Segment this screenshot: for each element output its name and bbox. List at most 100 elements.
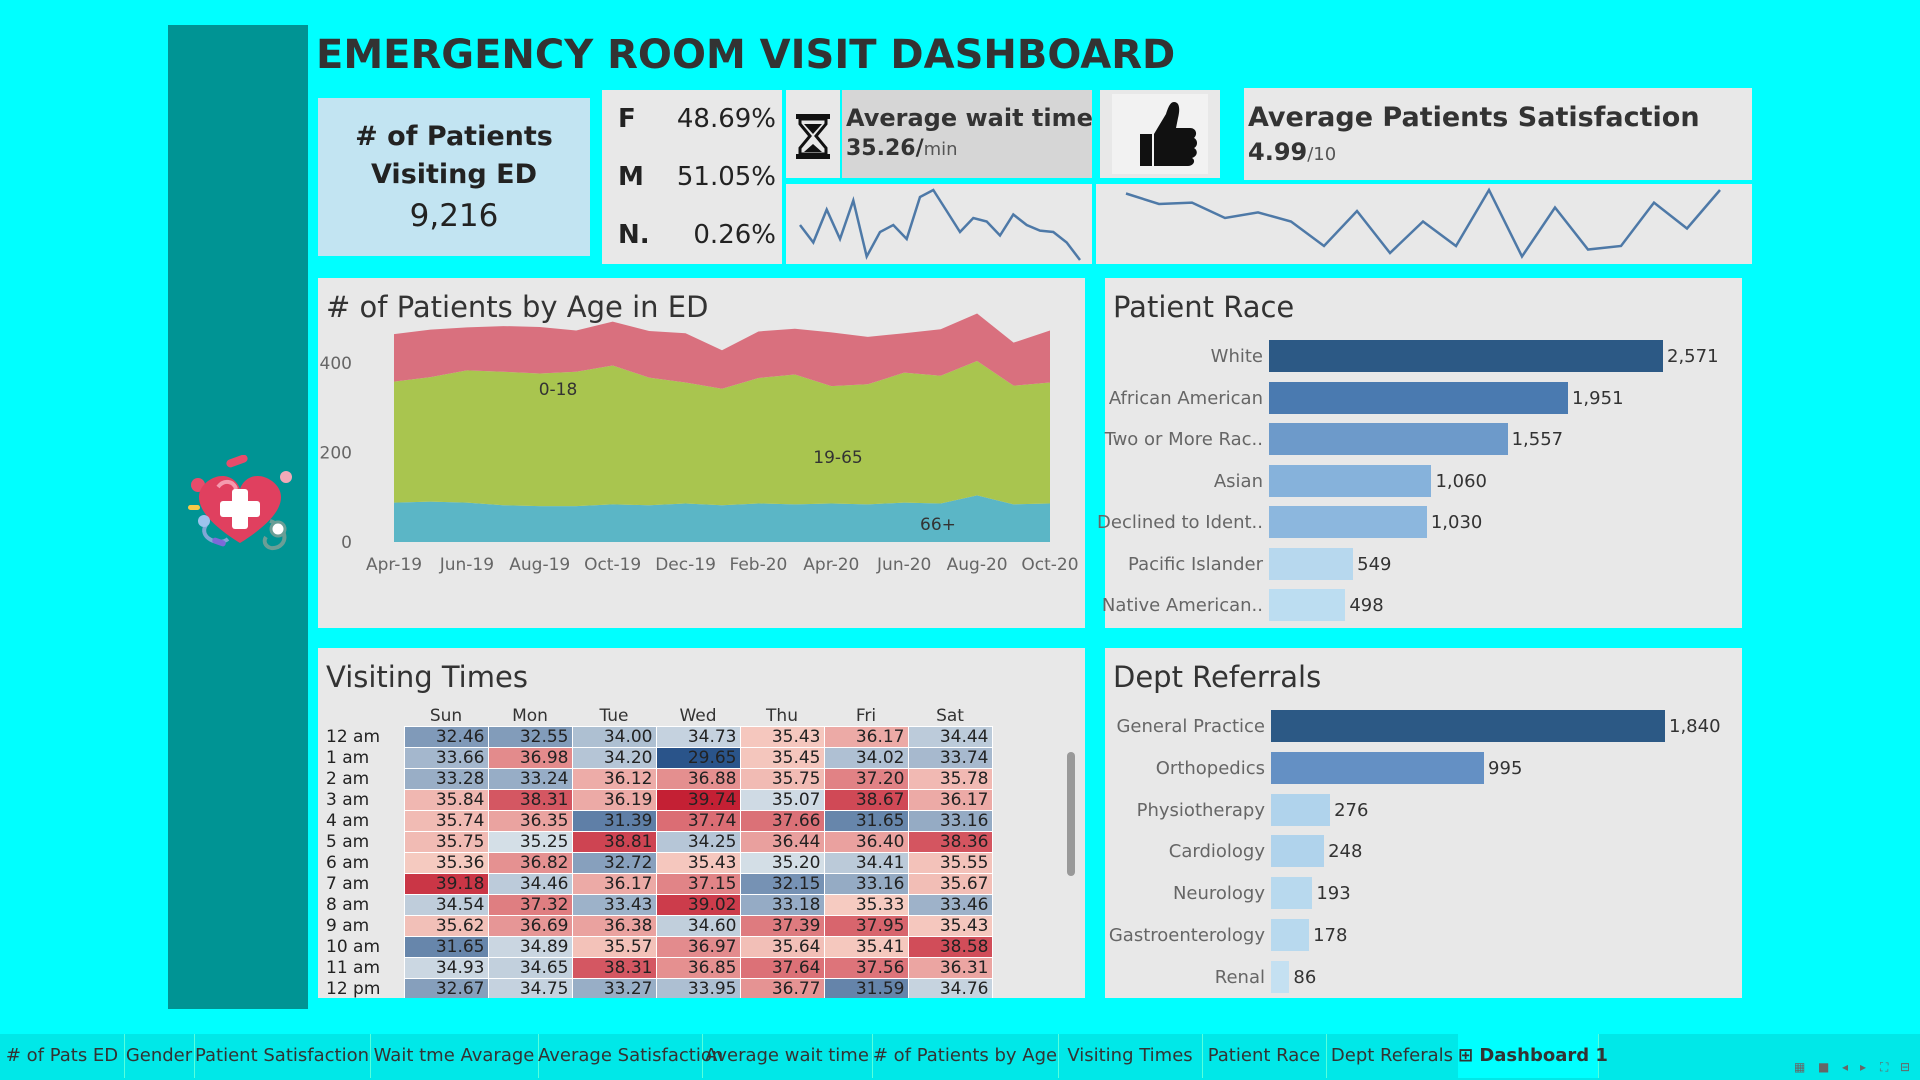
grid-view-icon[interactable]: ▦ bbox=[1794, 1060, 1805, 1074]
heatmap-cell[interactable]: 33.24 bbox=[487, 768, 573, 790]
avg-satisfaction-card[interactable]: Average Patients Satisfaction 4.99/10 bbox=[1244, 88, 1752, 180]
heatmap-cell[interactable]: 37.56 bbox=[823, 957, 909, 979]
heatmap-cell[interactable]: 33.66 bbox=[403, 747, 489, 769]
heatmap-cell[interactable]: 36.40 bbox=[823, 831, 909, 853]
bar[interactable] bbox=[1271, 793, 1331, 826]
sheet-tab[interactable]: Patient Satisfaction bbox=[194, 1034, 371, 1078]
sheet-tab[interactable]: Dept Referals bbox=[1326, 1034, 1459, 1078]
heatmap-cell[interactable]: 37.20 bbox=[823, 768, 909, 790]
heatmap-cell[interactable]: 34.54 bbox=[403, 894, 489, 916]
satisfaction-sparkline[interactable] bbox=[1096, 184, 1752, 264]
heatmap-cell[interactable]: 35.62 bbox=[403, 915, 489, 937]
bar-row[interactable]: African American 1,951 bbox=[1105, 381, 1742, 416]
bar-row[interactable]: Physiotherapy 276 bbox=[1105, 793, 1742, 828]
bar[interactable] bbox=[1269, 506, 1427, 538]
heatmap-cell[interactable]: 32.15 bbox=[739, 873, 825, 895]
heatmap-cell[interactable]: 36.97 bbox=[655, 936, 741, 958]
heatmap-cell[interactable]: 35.36 bbox=[403, 852, 489, 874]
heatmap-cell[interactable]: 33.46 bbox=[907, 894, 993, 916]
age-area-chart[interactable]: 66+ 19-65 0-18 0 200 400 Apr-19 Jun-19 Aug-19 Oct… bbox=[318, 278, 1085, 628]
heatmap-cell[interactable]: 35.33 bbox=[823, 894, 909, 916]
sheet-tab[interactable]: # of Patients by Age bbox=[872, 1034, 1059, 1078]
heatmap-cell[interactable]: 36.35 bbox=[487, 810, 573, 832]
heatmap-cell[interactable]: 36.38 bbox=[571, 915, 657, 937]
heatmap-cell[interactable]: 35.25 bbox=[487, 831, 573, 853]
heatmap-cell[interactable]: 35.75 bbox=[739, 768, 825, 790]
heatmap-cell[interactable]: 34.44 bbox=[907, 726, 993, 748]
bar[interactable] bbox=[1269, 547, 1354, 580]
present-icon[interactable]: ⊟ bbox=[1900, 1060, 1910, 1074]
bar-row[interactable]: Asian 1,060 bbox=[1105, 464, 1742, 499]
visiting-times-heatmap[interactable]: Sun Mon Tue Wed Thu Fri Sat 12 am 32.46 32.55 34.0… bbox=[326, 706, 993, 998]
bar[interactable] bbox=[1269, 381, 1568, 414]
heatmap-cell[interactable]: 34.93 bbox=[403, 957, 489, 979]
heatmap-cell[interactable]: 34.76 bbox=[907, 978, 993, 998]
heatmap-cell[interactable]: 35.20 bbox=[739, 852, 825, 874]
heatmap-cell[interactable]: 38.36 bbox=[907, 831, 993, 853]
bar-row[interactable]: Native American.. 498 bbox=[1102, 589, 1742, 623]
heatmap-cell[interactable]: 36.44 bbox=[739, 831, 825, 853]
bar[interactable] bbox=[1269, 589, 1346, 621]
heatmap-cell[interactable]: 39.02 bbox=[655, 894, 741, 916]
heatmap-cell[interactable]: 37.15 bbox=[655, 873, 741, 895]
heatmap-cell[interactable]: 32.55 bbox=[487, 726, 573, 748]
heatmap-cell[interactable]: 31.39 bbox=[571, 810, 657, 832]
heatmap-cell[interactable]: 32.72 bbox=[571, 852, 657, 874]
heatmap-cell[interactable]: 39.74 bbox=[655, 789, 741, 811]
heatmap-cell[interactable]: 39.18 bbox=[403, 873, 489, 895]
bar[interactable] bbox=[1271, 919, 1310, 951]
heatmap-cell[interactable]: 38.31 bbox=[487, 789, 573, 811]
heatmap-cell[interactable]: 33.95 bbox=[655, 978, 741, 998]
visiting-times-panel[interactable]: Visiting Times Sun Mon Tue Wed Thu Fri Sat 12 a… bbox=[318, 648, 1085, 998]
gender-card[interactable]: F 48.69% M 51.05% N. 0.26% bbox=[602, 90, 782, 264]
heatmap-cell[interactable]: 33.74 bbox=[907, 747, 993, 769]
heatmap-cell[interactable]: 34.41 bbox=[823, 852, 909, 874]
heatmap-cell[interactable]: 35.45 bbox=[739, 747, 825, 769]
bar[interactable] bbox=[1271, 960, 1290, 993]
heatmap-cell[interactable]: 32.46 bbox=[403, 726, 489, 748]
heatmap-cell[interactable]: 34.02 bbox=[823, 747, 909, 769]
heatmap-cell[interactable]: 33.28 bbox=[403, 768, 489, 790]
heatmap-cell[interactable]: 36.31 bbox=[907, 957, 993, 979]
heatmap-cell[interactable]: 36.77 bbox=[739, 978, 825, 998]
heatmap-cell[interactable]: 35.41 bbox=[823, 936, 909, 958]
heatmap-cell[interactable]: 36.88 bbox=[655, 768, 741, 790]
heatmap-cell[interactable]: 38.58 bbox=[907, 936, 993, 958]
heatmap-cell[interactable]: 37.64 bbox=[739, 957, 825, 979]
sheet-tab[interactable]: # of Pats ED bbox=[0, 1034, 125, 1078]
bar-row[interactable]: Gastroenterology 178 bbox=[1105, 919, 1742, 953]
heatmap-cell[interactable]: 34.60 bbox=[655, 915, 741, 937]
bar[interactable] bbox=[1269, 464, 1432, 497]
heatmap-cell[interactable]: 35.67 bbox=[907, 873, 993, 895]
heatmap-cell[interactable]: 34.65 bbox=[487, 957, 573, 979]
bar-row[interactable]: Declined to Ident.. 1,030 bbox=[1097, 506, 1742, 540]
heatmap-cell[interactable]: 37.66 bbox=[739, 810, 825, 832]
bar-row[interactable]: Cardiology 248 bbox=[1105, 835, 1742, 869]
bar-row[interactable]: Two or More Rac.. 1,557 bbox=[1105, 423, 1742, 457]
heatmap-cell[interactable]: 35.75 bbox=[403, 831, 489, 853]
heatmap-cell[interactable]: 38.81 bbox=[571, 831, 657, 853]
fullscreen-icon[interactable]: ⛶ bbox=[1880, 1060, 1888, 1075]
heatmap-cell[interactable]: 34.20 bbox=[571, 747, 657, 769]
heatmap-cell[interactable]: 31.65 bbox=[403, 936, 489, 958]
heatmap-cell[interactable]: 33.18 bbox=[739, 894, 825, 916]
heatmap-cell[interactable]: 35.78 bbox=[907, 768, 993, 790]
bar-row[interactable]: Renal 86 bbox=[1105, 960, 1742, 995]
heatmap-cell[interactable]: 35.43 bbox=[655, 852, 741, 874]
heatmap-cell[interactable]: 35.74 bbox=[403, 810, 489, 832]
heatmap-cell[interactable]: 37.32 bbox=[487, 894, 573, 916]
bar[interactable] bbox=[1269, 423, 1508, 455]
heatmap-cell[interactable]: 35.07 bbox=[739, 789, 825, 811]
heatmap-cell[interactable]: 34.25 bbox=[655, 831, 741, 853]
bar-row[interactable]: White 2,571 bbox=[1105, 340, 1742, 374]
heatmap-cell[interactable]: 31.59 bbox=[823, 978, 909, 998]
bar[interactable] bbox=[1269, 340, 1663, 372]
next-sheet-icon[interactable]: ▸ bbox=[1860, 1060, 1866, 1074]
heatmap-cell[interactable]: 33.16 bbox=[823, 873, 909, 895]
heatmap-cell[interactable]: 36.17 bbox=[823, 726, 909, 748]
bar-row[interactable]: Neurology 193 bbox=[1105, 877, 1742, 911]
sheet-tab[interactable]: Visiting Times bbox=[1058, 1034, 1203, 1078]
sheet-tab[interactable]: Average wait time bbox=[702, 1034, 873, 1078]
sheet-tab[interactable]: Wait tme Avarage bbox=[370, 1034, 539, 1078]
heatmap-cell[interactable]: 35.64 bbox=[739, 936, 825, 958]
